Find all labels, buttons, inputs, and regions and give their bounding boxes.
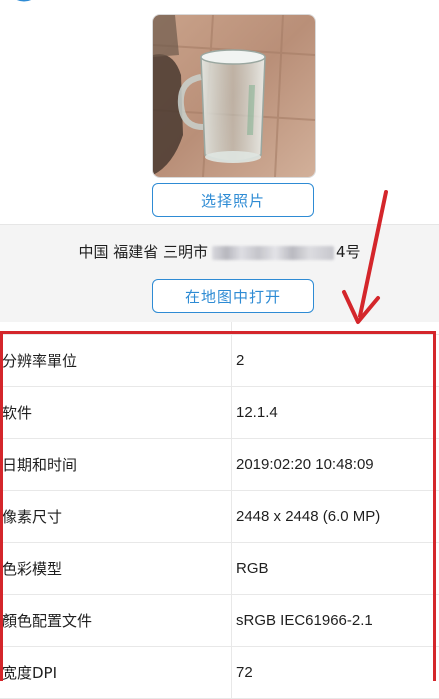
column-divider [231, 335, 232, 386]
row-value: 2 [236, 352, 245, 369]
row-value: 2448 x 2448 (6.0 MP) [236, 508, 381, 525]
choose-photo-button[interactable]: 选择照片 [152, 183, 314, 217]
row-key: 色彩模型 [2, 560, 63, 578]
photo-thumbnail[interactable] [152, 14, 316, 178]
column-divider [231, 387, 232, 438]
row-key: 软件 [2, 404, 33, 422]
address-suffix: 4号 [336, 243, 361, 261]
glass-mug-photo [153, 15, 315, 177]
address-redacted [212, 245, 334, 260]
row-key: 日期和时间 [2, 456, 78, 474]
address-prefix: 中国 福建省 三明市 [78, 243, 208, 261]
row-value: 72 [236, 664, 253, 681]
column-divider [231, 595, 232, 646]
table-row: 日期和时间 2019:02:20 10:48:09 [0, 439, 439, 491]
row-key: 宽度DPI [2, 664, 58, 682]
row-value: RGB [236, 560, 269, 577]
column-divider [231, 322, 232, 334]
table-row: 顏色配置文件 sRGB IEC61966-2.1 [0, 595, 439, 647]
table-row: 软件 12.1.4 [0, 387, 439, 439]
metadata-table: 分辨率單位 2 软件 12.1.4 日期和时间 2019:02:20 10:48… [0, 322, 439, 699]
address-text: 中国 福建省 三明市 4号 [0, 241, 439, 262]
location-section: 中国 福建省 三明市 4号 在地图中打开 [0, 224, 439, 323]
table-row: 色彩模型 RGB [0, 543, 439, 595]
table-row: 分辨率單位 2 [0, 335, 439, 387]
row-value: 12.1.4 [236, 404, 278, 421]
app-logo-icon [16, 0, 32, 2]
open-in-map-button[interactable]: 在地图中打开 [152, 279, 314, 313]
top-bar [0, 0, 439, 8]
photo-section: 选择照片 [0, 8, 439, 224]
row-key: 顏色配置文件 [2, 612, 93, 630]
column-divider [231, 439, 232, 490]
row-key: 分辨率單位 [2, 352, 78, 370]
column-divider [231, 491, 232, 542]
row-key: 像素尺寸 [2, 508, 63, 526]
column-divider [231, 543, 232, 594]
row-value: 2019:02:20 10:48:09 [236, 456, 374, 473]
table-header-strip [0, 322, 439, 335]
column-divider [231, 647, 232, 698]
row-value: sRGB IEC61966-2.1 [236, 612, 373, 629]
table-row: 宽度DPI 72 [0, 647, 439, 699]
table-row: 像素尺寸 2448 x 2448 (6.0 MP) [0, 491, 439, 543]
